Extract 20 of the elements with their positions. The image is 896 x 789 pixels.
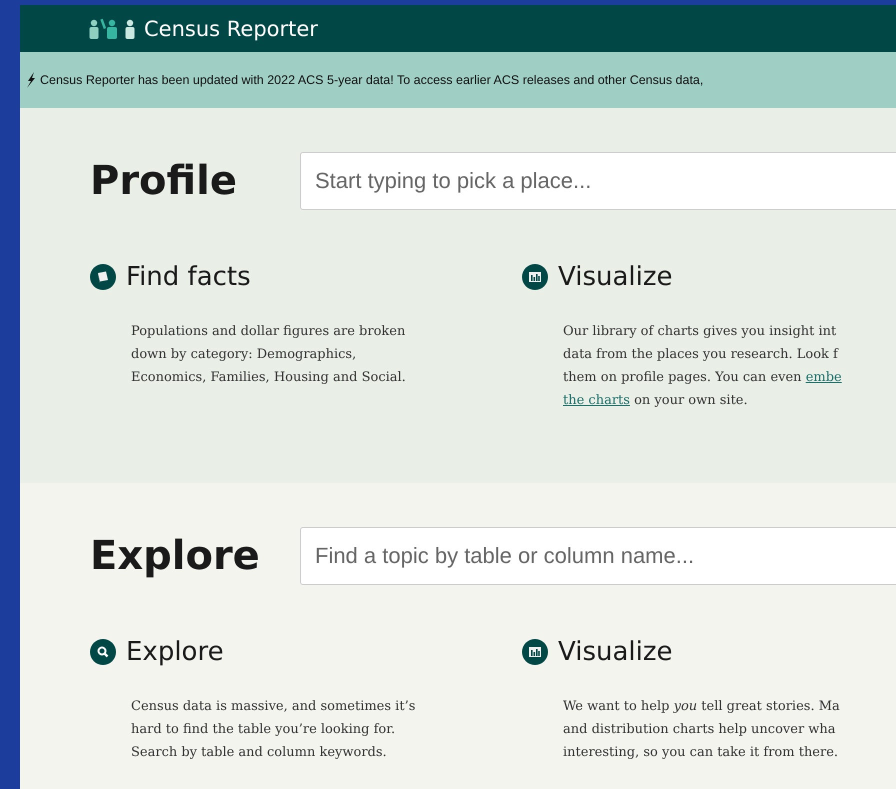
search-field[interactable]: Find a topic by table or column name... (300, 527, 896, 585)
search-icon (90, 639, 116, 665)
feature-title: Visualize (558, 637, 672, 667)
site-title[interactable]: Census Reporter (144, 16, 318, 40)
bar-chart-icon (522, 264, 548, 290)
feature-title: Visualize (558, 262, 672, 292)
section-title: Profile (90, 158, 238, 204)
bar-chart-icon (522, 639, 548, 665)
feature-description: Our library of charts gives you insight int data from the places you research. Look f them on profile pages. You can even embe the charts on your own site. (563, 323, 843, 410)
feature-description: Census data is massive, and sometimes it’s hard to find the table you’re looking for. Search by table and column keywords. (131, 698, 416, 762)
feature-title: Explore (126, 637, 224, 667)
lightning-icon (26, 72, 36, 88)
embed-link[interactable]: the charts (563, 393, 630, 408)
announcement-text: Census Reporter has been updated with 2022 ACS 5-year data! To access earlier ACS releases and other Census data, (40, 73, 704, 87)
embed-link[interactable]: embe (806, 370, 842, 385)
feature-description: We want to help you tell great stories. Ma and distribution charts help uncover wha interesting, so you can take it from there. (563, 698, 841, 762)
feature-title: Find facts (126, 262, 251, 292)
feature-description: Populations and dollar figures are broken down by category: Demographics, Economics, Families, Housing and Social. (131, 323, 407, 387)
section-title: Explore (90, 533, 261, 579)
search-field[interactable]: Start typing to pick a place... (300, 152, 896, 210)
